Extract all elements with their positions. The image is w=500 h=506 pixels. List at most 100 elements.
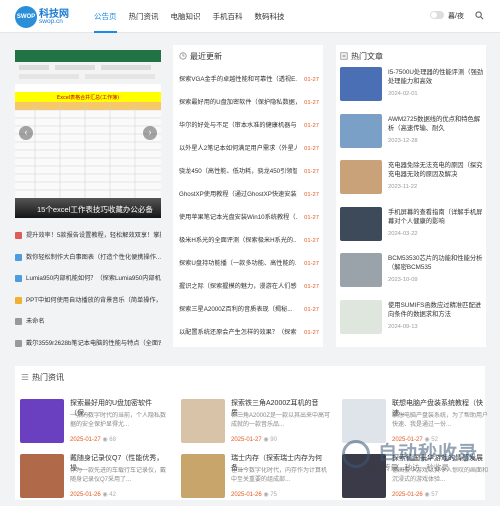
list-item[interactable]: PPT中如何使用自动播放的背景音乐（简单操作，让... — [15, 290, 161, 312]
list-item-title: PPT中如何使用自动播放的背景音乐（简单操作，让... — [26, 296, 161, 304]
dark-mode-toggle[interactable] — [430, 11, 444, 19]
spreadsheet-image: Excel表格合并汇总(工作簿) — [15, 50, 161, 218]
slider-prev-button[interactable]: ‹ — [19, 126, 33, 140]
news-card-meta: 2025-01-27 ◉ 68 — [70, 436, 116, 443]
hot-article-title: I5-7500U处理器的性能评测（强劲处理能力和高效 — [388, 69, 484, 85]
hot-article-date: 2024-03-22 — [388, 230, 418, 237]
latest-item-title: 极米H系光的全面评测（探索极米H系光的... — [179, 237, 297, 244]
article-thumbnail[interactable] — [340, 160, 382, 194]
article-thumbnail[interactable] — [340, 253, 382, 287]
news-thumbnail[interactable] — [20, 454, 64, 498]
latest-item[interactable]: 探索VGA金手的卓越性能和可靠性（透视E... 01-27 — [179, 70, 319, 90]
hot-article-title: 使用SUMIFS函数应过精准匹配进向条件的数据求和方法 — [388, 301, 482, 318]
latest-item[interactable]: 使用苹果笔记本光盘安装Win10系统教程（... 01-27 — [179, 208, 319, 228]
list-item[interactable]: Lumia950内部机能如何？（探索Lumia950内部机... — [15, 268, 161, 290]
article-type-icon — [15, 275, 22, 282]
slide-caption[interactable]: 15个excel工作表技巧收藏办公必备 — [15, 198, 161, 218]
latest-item-date: 01-27 — [304, 100, 319, 106]
hot-article-date: 2023-12-28 — [388, 137, 418, 144]
article-thumbnail[interactable] — [340, 299, 382, 334]
latest-item[interactable]: 探索U盘持功能播（一款多功能、高性能的... 01-27 — [179, 254, 319, 274]
search-icon[interactable] — [475, 11, 484, 20]
news-card[interactable]: 探索最好用的U盘加密软件（保... 一张的数字时代的当前，个人隐私数据的安全保护显… — [20, 399, 170, 451]
news-card[interactable]: 探索铁三角A2000Z耳机的音质... 铁三角A2000Z是一款以其出来中高可成就… — [181, 399, 331, 451]
hot-article-title: AWM2725数据线的优点和特色解析（高速传输、耐久 — [388, 115, 481, 132]
mode-label: 暮/夜 — [448, 13, 464, 20]
eye-icon: ◉ — [100, 492, 110, 498]
list-item[interactable]: 数你轻松制作大白事图表（打造个性化便携操作... — [15, 247, 161, 269]
nav-hot-news[interactable]: 热门资讯 — [123, 0, 165, 33]
news-card-meta: 2025-01-26 ◉ 75 — [231, 491, 277, 498]
site-header: SWOP 科技网 swop.cn 公告页 热门资讯 电脑知识 手机百科 数码科技… — [0, 0, 500, 33]
article-thumbnail[interactable] — [340, 67, 382, 101]
list-item-title: 戴尔3559r2628b笔记本电脑的性能与特点（全面评... — [26, 339, 161, 347]
latest-item-title: 华尔的好处与不足（审本水准的健康机器与... — [179, 122, 297, 129]
news-card-date: 2025-01-26 — [231, 492, 262, 498]
latest-item[interactable]: 以配置系统还原会产生怎样的效果？（探索... 01-27 — [179, 323, 319, 343]
eye-icon: ◉ — [261, 492, 271, 498]
latest-item[interactable]: 华尔的好处与不足（审本水准的健康机器与... 01-27 — [179, 116, 319, 136]
hot-news-title: 热门资讯 — [32, 373, 64, 382]
latest-item-date: 01-27 — [304, 215, 319, 221]
news-thumbnail[interactable] — [181, 399, 225, 443]
nav-home[interactable]: 公告页 — [88, 0, 123, 33]
hot-article-item[interactable]: I5-7500U处理器的性能评测（强劲处理能力和高效 2024-02-01 — [340, 67, 486, 101]
news-thumbnail[interactable] — [342, 399, 386, 443]
slider-next-button[interactable]: › — [143, 126, 157, 140]
news-card-views: 90 — [270, 437, 277, 443]
list-item[interactable]: 未命名 — [15, 311, 161, 333]
nav-pc-knowledge[interactable]: 电脑知识 — [165, 0, 207, 33]
article-type-icon — [15, 253, 22, 261]
article-icon — [340, 52, 348, 60]
latest-item-date: 01-27 — [304, 192, 319, 198]
article-thumbnail[interactable] — [340, 113, 382, 148]
eye-icon: ◉ — [261, 437, 271, 443]
news-thumbnail[interactable] — [20, 399, 64, 443]
latest-item-date: 01-27 — [304, 261, 319, 267]
article-thumbnail[interactable] — [340, 206, 382, 241]
latest-item-date: 01-27 — [304, 330, 319, 336]
article-type-icon — [15, 339, 22, 347]
latest-item-title: 握识之际（探索握模的魅力，漫游在人们感... — [179, 283, 297, 290]
latest-item[interactable]: 骁龙450（高性能、低功耗，骁龙450引领智... 01-27 — [179, 162, 319, 182]
news-card-meta: 2025-01-26 ◉ 57 — [392, 491, 438, 498]
latest-item-date: 01-27 — [304, 169, 319, 175]
hot-article-item[interactable]: AWM2725数据线的优点和特色解析（高速传输、耐久 2023-12-28 — [340, 113, 486, 148]
list-item-title: 提升效率！5款报告设置教程，轻松解效双享！掌握... — [26, 232, 161, 239]
latest-item[interactable]: 握识之际（探索握模的魅力，漫游在人们感... 01-27 — [179, 277, 319, 297]
left-article-list: 提升效率！5款报告设置教程，轻松解效双享！掌握... 数你轻松制作大白事图表（打造… — [15, 225, 161, 354]
hot-article-item[interactable]: 使用SUMIFS函数应过精准匹配进向条件的数据求和方法 2024-09-13 — [340, 299, 486, 334]
news-card[interactable]: 瑞士内存（探索瑞士内存为何备... 在当今数字化时代，内存作为计算机中至关重要的组… — [181, 454, 331, 506]
latest-title: 最近更新 — [190, 52, 222, 61]
news-thumbnail[interactable] — [181, 454, 225, 498]
hot-article-title: BCM53530芯片的功能和性能分析（解密BCM535 — [388, 255, 483, 271]
latest-item-date: 01-27 — [304, 146, 319, 152]
hot-article-item[interactable]: 手机屏幕的查看指南（详解手机屏幕对个人健康的影响 2024-03-22 — [340, 206, 486, 241]
news-card-meta: 2025-01-27 ◉ 90 — [231, 436, 277, 443]
news-card-desc: 一张的数字时代的当前，个人隐私数据的安全保护显得尤... — [70, 413, 167, 428]
nav-phone-wiki[interactable]: 手机百科 — [207, 0, 249, 33]
news-card-desc: 联想电脑产盘装系统，为了帮助用户快速、我是通过一份... — [392, 413, 489, 428]
latest-item-title: GhostXP使用教程（通过GhostXP快速安装... — [179, 191, 297, 198]
hot-article-item[interactable]: BCM53530芯片的功能和性能分析（解密BCM535 2023-10-09 — [340, 253, 486, 287]
latest-item-title: 探索U盘持功能播（一款多功能、高性能的... — [179, 260, 297, 267]
hot-article-title: 充电器免除无法充电的原因（探究充电器无效的原因及解决 — [388, 162, 483, 178]
latest-item[interactable]: 探索最好用的U盘加密软件（保护隐私数据，... 01-27 — [179, 93, 319, 113]
news-card[interactable]: 戴随身记录仪Q7（性能优秀，操... 作为一款先进的车载行车记录仪，戴随身记录仪Q… — [20, 454, 170, 506]
latest-item-title: 探索三星A2000Z百利的音质表现（揭秘... — [179, 306, 293, 313]
sheet-title: Excel表格合并汇总(工作簿) — [57, 94, 119, 101]
nav-digital-tech[interactable]: 数码科技 — [249, 0, 291, 33]
list-item-title: 数你轻松制作大白事图表（打造个性化便携操作... — [26, 253, 161, 261]
news-card-meta: 2025-01-26 ◉ 42 — [70, 491, 116, 498]
clock-icon — [179, 52, 187, 60]
featured-slider[interactable]: Excel表格合并汇总(工作簿) ‹ › 15个excel工作表技巧收藏办公必备 — [15, 50, 161, 218]
hot-article-item[interactable]: 充电器免除无法充电的原因（探究充电器无效的原因及解决 2023-11-22 — [340, 160, 486, 194]
latest-item-date: 01-27 — [304, 77, 319, 83]
latest-item[interactable]: 极米H系光的全面评测（探索极米H系光的... 01-27 — [179, 231, 319, 251]
list-item[interactable]: 提升效率！5款报告设置教程，轻松解效双享！掌握... — [15, 225, 161, 247]
latest-item[interactable]: 探索三星A2000Z百利的音质表现（揭秘... 01-27 — [179, 300, 319, 320]
list-item[interactable]: 戴尔3559r2628b笔记本电脑的性能与特点（全面评... — [15, 333, 161, 355]
site-logo[interactable]: SWOP 科技网 swop.cn — [15, 4, 75, 30]
latest-item[interactable]: GhostXP使用教程（通过GhostXP快速安装... 01-27 — [179, 185, 319, 205]
latest-item[interactable]: 以外星人2笔记本如何满足用户需求（外星人... 01-27 — [179, 139, 319, 159]
